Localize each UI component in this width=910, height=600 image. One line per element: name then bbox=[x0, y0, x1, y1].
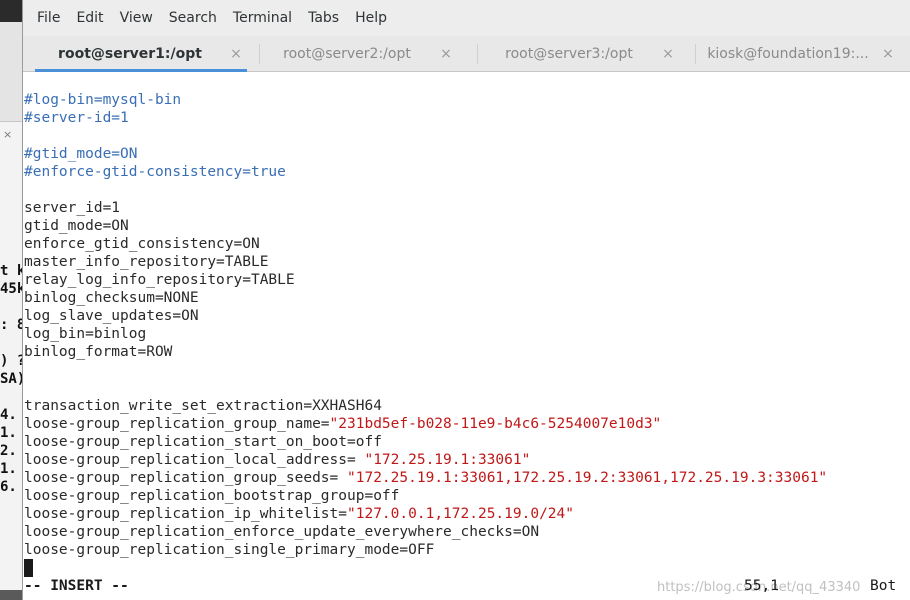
editor-line: loose-group_replication_single_primary_m… bbox=[24, 542, 435, 558]
editor-line: binlog_format=ROW bbox=[24, 344, 173, 360]
editor-line: #log-bin=mysql-bin bbox=[24, 92, 182, 108]
config-string-value: "231bd5ef-b028-11e9-b4c6-5254007e10d3" bbox=[329, 416, 662, 432]
tab-close-icon[interactable]: × bbox=[225, 46, 247, 62]
menu-edit[interactable]: Edit bbox=[70, 0, 109, 36]
background-text-line: 45k bbox=[0, 281, 24, 297]
editor-line: transaction_write_set_extraction=XXHASH6… bbox=[24, 398, 382, 414]
menu-tabs[interactable]: Tabs bbox=[302, 0, 345, 36]
editor-line: loose-group_replication_group_seeds= "17… bbox=[24, 469, 827, 487]
editor-line: master_info_repository=TABLE bbox=[24, 254, 269, 270]
tab-bar: root@server1:/opt × root@server2:/opt × … bbox=[23, 36, 910, 72]
cursor-position: 55,1 bbox=[744, 578, 779, 594]
editor-line: log_bin=binlog bbox=[24, 326, 147, 342]
editor-buffer[interactable]: #log-bin=mysql-bin #server-id=1 #gtid_mode… bbox=[24, 91, 827, 559]
editor-line: log_slave_updates=ON bbox=[24, 308, 199, 324]
background-text-line bbox=[0, 298, 24, 316]
editor-line: enforce_gtid_consistency=ON bbox=[24, 236, 260, 252]
background-text-line: 6. 1 bbox=[0, 479, 17, 495]
menu-help[interactable]: Help bbox=[349, 0, 393, 36]
tab-foundation19[interactable]: kiosk@foundation19:... × bbox=[699, 36, 899, 72]
menu-bar: File Edit View Search Terminal Tabs Help bbox=[23, 0, 910, 36]
background-text-line: 2. 0 bbox=[0, 443, 17, 459]
tab-server2[interactable]: root@server2:/opt × bbox=[259, 36, 457, 72]
text-cursor bbox=[24, 559, 33, 577]
editor-line: loose-group_replication_group_name="231b… bbox=[24, 415, 827, 433]
editor-line: #enforce-gtid-consistency=true bbox=[24, 164, 286, 180]
tab-close-icon[interactable]: × bbox=[657, 46, 679, 62]
editor-line: #server-id=1 bbox=[24, 110, 129, 126]
tab-label: kiosk@foundation19:... bbox=[707, 46, 869, 62]
editor-line: relay_log_info_repository=TABLE bbox=[24, 272, 295, 288]
tab-close-icon[interactable]: × bbox=[877, 46, 899, 62]
tab-divider bbox=[695, 44, 696, 64]
editor-line: gtid_mode=ON bbox=[24, 218, 129, 234]
config-string-value: "172.25.19.1:33061" bbox=[364, 452, 531, 468]
background-text-line: t k bbox=[0, 263, 24, 279]
tab-label: root@server3:/opt bbox=[505, 46, 633, 62]
tab-close-icon[interactable]: × bbox=[435, 46, 457, 62]
editor-line: loose-group_replication_start_on_boot=of… bbox=[24, 434, 382, 450]
background-window-topbar bbox=[0, 0, 24, 22]
background-text-line: 4. 6 bbox=[0, 407, 17, 423]
config-key: loose-group_replication_group_seeds= bbox=[24, 470, 348, 486]
background-text-line bbox=[0, 334, 24, 352]
editor-line: #gtid_mode=ON bbox=[24, 146, 138, 162]
tab-label: root@server1:/opt bbox=[58, 46, 202, 62]
menu-search[interactable]: Search bbox=[163, 0, 223, 36]
background-text-line: : 83 bbox=[0, 317, 24, 333]
config-string-value: "172.25.19.1:33061,172.25.19.2:33061,172… bbox=[347, 470, 828, 486]
tab-divider bbox=[477, 44, 478, 64]
menu-view[interactable]: View bbox=[114, 0, 159, 36]
tab-server1[interactable]: root@server1:/opt × bbox=[35, 36, 247, 72]
editor-line: server_id=1 bbox=[24, 200, 121, 216]
background-text-line bbox=[0, 388, 24, 406]
background-text-line: 1. 7 bbox=[0, 425, 17, 441]
vim-status-line: -- INSERT -- https://blog.csdn.net/qq_43… bbox=[24, 577, 910, 595]
background-text-line: ) ? bbox=[0, 353, 24, 369]
terminal-content[interactable]: #log-bin=mysql-bin #server-id=1 #gtid_mode… bbox=[23, 72, 910, 600]
menu-terminal[interactable]: Terminal bbox=[227, 0, 298, 36]
config-key: loose-group_replication_ip_whitelist= bbox=[24, 506, 348, 522]
editor-line: loose-group_replication_local_address= "… bbox=[24, 451, 827, 469]
background-text-line: 1. 5 bbox=[0, 461, 17, 477]
tab-server3[interactable]: root@server3:/opt × bbox=[481, 36, 679, 72]
editor-line: binlog_checksum=NONE bbox=[24, 290, 199, 306]
background-terminal-text: t k 45k : 83 ) ? SA) 4. 6 1. 7 2. 0 1. 5 6. 1 bbox=[0, 262, 24, 496]
terminal-window: File Edit View Search Terminal Tabs Help… bbox=[22, 0, 910, 600]
scroll-position: Bot bbox=[870, 578, 897, 594]
tab-label: root@server2:/opt bbox=[283, 46, 411, 62]
editor-line: loose-group_replication_bootstrap_group=… bbox=[24, 488, 400, 504]
config-key: loose-group_replication_group_name= bbox=[24, 416, 330, 432]
mode-indicator: -- INSERT -- bbox=[24, 578, 129, 594]
background-tab-close-icon[interactable]: × bbox=[3, 128, 12, 141]
background-window: × t k 45k : 83 ) ? SA) 4. 6 1. 7 2. 0 1. 5 6. 1 bbox=[0, 0, 24, 600]
editor-line: loose-group_replication_ip_whitelist="12… bbox=[24, 505, 827, 523]
config-key: loose-group_replication_local_address= bbox=[24, 452, 365, 468]
config-string-value: "127.0.0.1,172.25.19.0/24" bbox=[347, 506, 574, 522]
editor-line: loose-group_replication_enforce_update_e… bbox=[24, 524, 540, 540]
background-window-tabbar bbox=[0, 22, 24, 122]
background-text-line: SA) bbox=[0, 371, 24, 387]
menu-file[interactable]: File bbox=[31, 0, 66, 36]
